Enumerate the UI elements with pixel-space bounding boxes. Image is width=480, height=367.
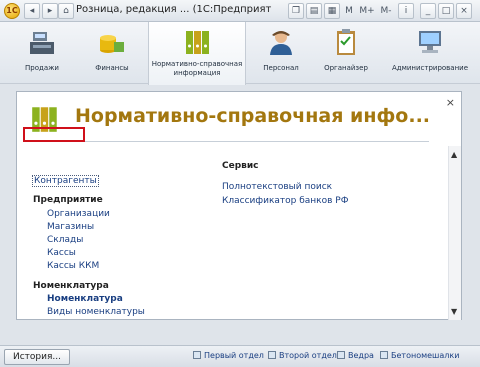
info-icon[interactable]: i [398, 3, 414, 19]
group-service-title: Сервис [222, 161, 259, 171]
section-sales[interactable]: Продажи [22, 22, 62, 84]
section-reference-info[interactable]: Нормативно-справочная информация [148, 22, 246, 85]
clipboard-icon [337, 29, 355, 55]
link-bank-classifier[interactable]: Классификатор банков РФ [222, 196, 348, 206]
coins-icon [100, 35, 124, 53]
cash-register-icon [30, 32, 54, 54]
status-link-buckets[interactable]: Ведра [337, 351, 374, 360]
section-sales-label: Продажи [25, 64, 59, 72]
link-nomenclature-types[interactable]: Виды номенклатуры [47, 307, 145, 317]
group-enterprise-title: Предприятие [33, 195, 103, 205]
link-counterparties[interactable]: Контрагенты [32, 175, 99, 187]
status-bar: История... Первый отдел Второй отдел Вед… [0, 345, 480, 367]
section-organizer-label: Органайзер [324, 64, 368, 72]
status-link-mixers[interactable]: Бетономешалки [380, 351, 459, 360]
group-nomenclature-title: Номенклатура [33, 281, 109, 291]
link-organizations[interactable]: Организации [47, 209, 110, 219]
section-organizer[interactable]: Органайзер [318, 22, 374, 84]
binders-icon [186, 31, 209, 54]
link-cash-desks[interactable]: Кассы [47, 248, 76, 258]
title-divider [29, 141, 429, 142]
link-fulltext-search[interactable]: Полнотекстовый поиск [222, 182, 332, 192]
status-link-first-dept[interactable]: Первый отдел [193, 351, 264, 360]
history-button[interactable]: История... [4, 349, 70, 365]
highlight-frame [23, 127, 85, 142]
section-finance-label: Финансы [95, 64, 129, 72]
status-link-buckets-label: Ведра [348, 351, 374, 360]
memory-plus-button[interactable]: M+ [358, 3, 376, 19]
section-finance[interactable]: Финансы [92, 22, 132, 84]
person-icon [270, 31, 292, 55]
maximize-button[interactable]: □ [438, 3, 454, 19]
document-icon [268, 351, 276, 359]
memory-minus-button[interactable]: M- [378, 3, 394, 19]
scroll-down-icon[interactable]: ▼ [451, 307, 457, 316]
document-icon [337, 351, 345, 359]
close-window-button[interactable]: × [456, 3, 472, 19]
document-icon [193, 351, 201, 359]
home-icon[interactable]: ⌂ [58, 3, 74, 19]
copy-icon[interactable]: ❐ [288, 3, 304, 19]
status-link-second-dept[interactable]: Второй отдел [268, 351, 337, 360]
minimize-button[interactable]: _ [420, 3, 436, 19]
section-reference-info-label-line1: Нормативно-справочная [151, 60, 243, 68]
document-icon [380, 351, 388, 359]
sections-panel: Продажи Финансы Нормативно-справочная ин… [0, 22, 480, 85]
section-personnel-label: Персонал [263, 64, 299, 72]
page-title: Нормативно-справочная инфо... [75, 105, 431, 127]
section-administration-label: Администрирование [391, 64, 469, 72]
status-link-second-dept-label: Второй отдел [279, 351, 337, 360]
main-form: × Нормативно-справочная инфо... Контраге… [16, 91, 462, 320]
section-administration[interactable]: Администрирование [384, 22, 476, 84]
app-logo-icon[interactable]: 1С [4, 3, 20, 19]
vertical-scrollbar[interactable]: ▲ ▼ [448, 146, 461, 320]
title-bar: 1С ◂ ▸ ⌂ Розница, редакция ... (1С:Предп… [0, 0, 480, 22]
calculator-icon[interactable]: ▦ [324, 3, 340, 19]
back-icon[interactable]: ◂ [24, 3, 40, 19]
memory-button[interactable]: M [342, 3, 356, 19]
computer-icon [419, 31, 441, 53]
section-reference-info-label-line2: информация [173, 69, 221, 77]
close-form-button[interactable]: × [446, 96, 455, 109]
scroll-up-icon[interactable]: ▲ [451, 150, 457, 159]
section-personnel[interactable]: Персонал [256, 22, 306, 84]
status-link-first-dept-label: Первый отдел [204, 351, 264, 360]
link-stores[interactable]: Магазины [47, 222, 94, 232]
status-link-mixers-label: Бетономешалки [391, 351, 460, 360]
link-warehouses[interactable]: Склады [47, 235, 83, 245]
forward-icon[interactable]: ▸ [42, 3, 58, 19]
section-reference-info-label: Нормативно-справочная информация [149, 60, 245, 78]
window-title: Розница, редакция ... (1С:Предприятие) [76, 4, 272, 15]
link-kkm-cash-desks[interactable]: Кассы ККМ [47, 261, 99, 271]
link-nomenclature[interactable]: Номенклатура [47, 294, 123, 304]
paste-icon[interactable]: ▤ [306, 3, 322, 19]
